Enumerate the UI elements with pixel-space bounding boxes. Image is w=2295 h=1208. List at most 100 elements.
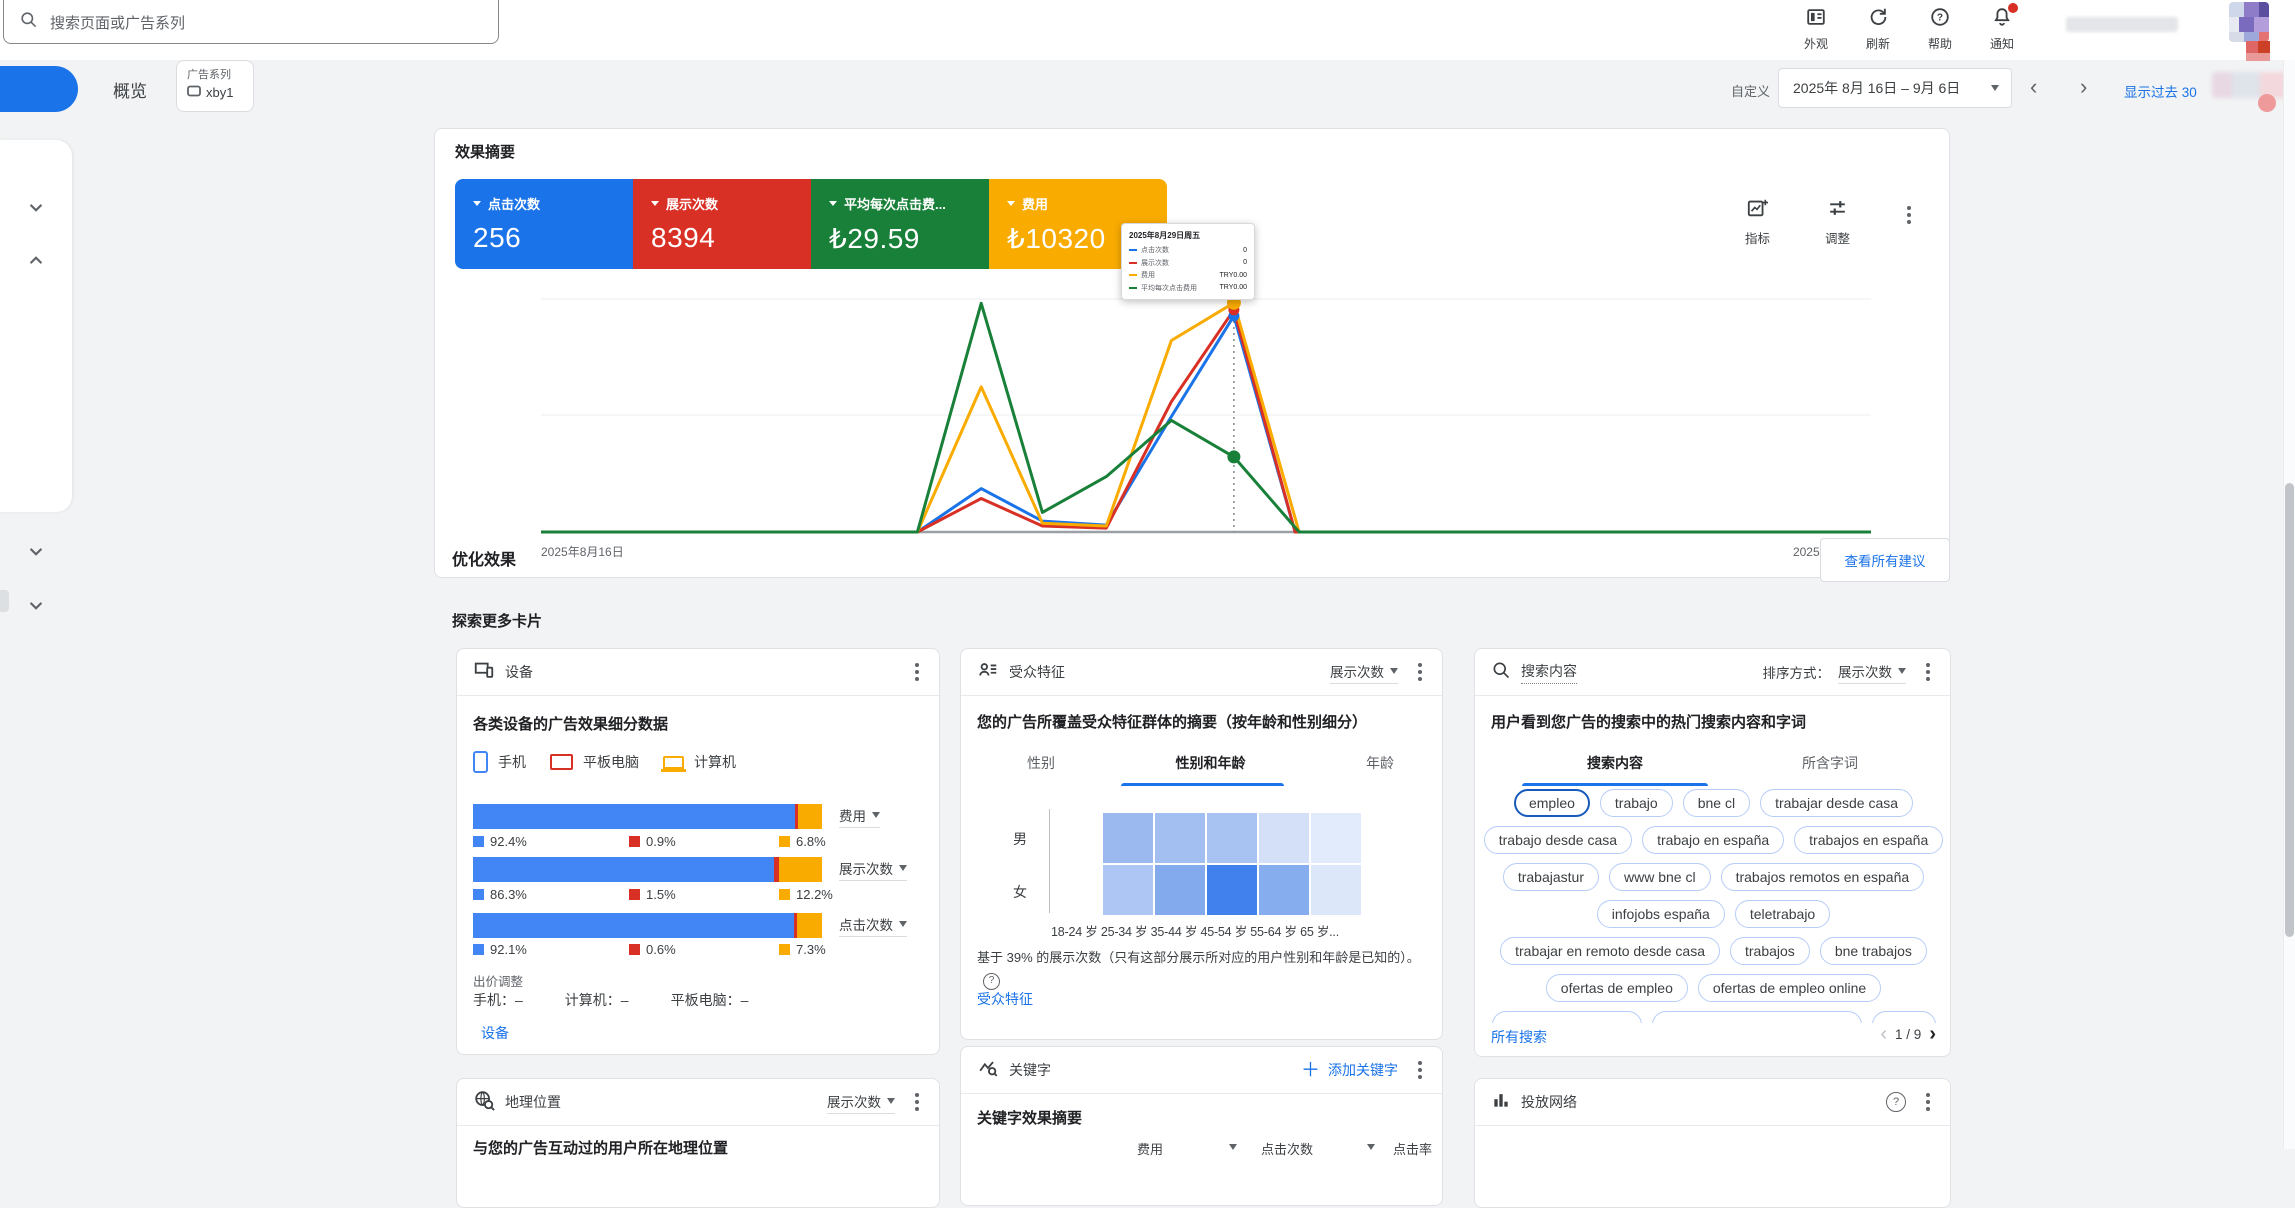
avatar[interactable] (2229, 2, 2269, 42)
chevron-down-icon[interactable] (1229, 1144, 1237, 1150)
more-options-icon[interactable] (1926, 670, 1930, 674)
search-input[interactable]: 搜索页面或广告系列 (3, 0, 499, 44)
appearance-button[interactable]: 外观 (1796, 6, 1836, 52)
series-dash-icon (1129, 249, 1137, 251)
action-label: 外观 (1804, 35, 1828, 52)
adjust-button[interactable]: 调整 (1825, 197, 1850, 247)
more-options-icon[interactable] (1418, 1068, 1422, 1072)
date-range-picker[interactable]: 2025年 8月 16日 – 9月 6日 (1778, 68, 2012, 108)
metric-card-1[interactable]: 点击次数256 (455, 179, 633, 269)
rail-collapse-chevron-up-icon[interactable] (23, 248, 49, 274)
tab-1[interactable]: 性别 (1027, 753, 1055, 773)
search-term-chip[interactable]: trabajo (1600, 789, 1673, 817)
chevron-down-icon[interactable] (1367, 1144, 1375, 1150)
active-nav-pill[interactable] (0, 66, 78, 112)
search-terms-sort-select[interactable]: 展示次数 (1838, 661, 1906, 684)
select-value: 费用 (839, 805, 866, 825)
campaign-selector-chip[interactable]: 广告系列 xby1 (176, 60, 254, 112)
help-button[interactable]: ?帮助 (1920, 6, 1960, 52)
more-options-icon[interactable] (915, 1100, 919, 1104)
refresh-button[interactable]: 刷新 (1858, 6, 1898, 52)
device-percent: 0.6% (629, 942, 676, 957)
help-icon[interactable]: ? (983, 973, 1000, 990)
tab-3[interactable]: 年龄 (1366, 753, 1394, 773)
search-term-chip[interactable]: teletrabajo (1735, 900, 1830, 928)
show-last-30-link[interactable]: 显示过去 30 (2124, 81, 2197, 101)
tab-1[interactable]: 搜索内容 (1587, 753, 1643, 773)
campaign-icon (187, 85, 201, 100)
keyword-icon (977, 1057, 999, 1084)
devices-card: 设备 各类设备的广告效果细分数据 手机 平板电脑 计算机 费用92.4%0.9%… (456, 648, 940, 1055)
legend-swatch-icon (779, 836, 790, 847)
metric-value: 256 (455, 213, 633, 254)
heatmap-cell (1259, 813, 1309, 863)
device-metric-select[interactable]: 费用 (839, 805, 880, 828)
tab-2[interactable]: 所含字词 (1802, 753, 1858, 773)
device-percent: 92.4% (473, 834, 527, 849)
chevron-down-icon (899, 921, 907, 927)
all-searches-link[interactable]: 所有搜索 (1491, 1027, 1547, 1047)
card-title: 地理位置 (505, 1092, 561, 1112)
search-terms-tabs: 搜索内容 所含字词 (1475, 753, 1951, 773)
more-options-icon[interactable] (1907, 213, 1911, 217)
performance-line-chart[interactable] (541, 281, 1871, 551)
page-next-icon[interactable]: › (1929, 1023, 1936, 1046)
search-term-chip[interactable]: ofertas de empleo (1546, 974, 1688, 1002)
search-term-chip-clipped[interactable] (1492, 1011, 1642, 1023)
more-options-icon[interactable] (1926, 1100, 1930, 1104)
more-options-icon[interactable] (1418, 670, 1422, 674)
desktop-segment (797, 913, 822, 938)
search-term-chip[interactable]: empleo (1514, 789, 1590, 817)
tab-2[interactable]: 性别和年龄 (1176, 753, 1246, 773)
scrollbar-thumb[interactable] (2285, 483, 2294, 937)
device-metric-select[interactable]: 点击次数 (839, 914, 907, 937)
metric-card-3[interactable]: 平均每次点击费...₺29.59 (811, 179, 989, 269)
previous-range-button[interactable]: ‹ (2030, 76, 2037, 98)
demographics-link[interactable]: 受众特征 (977, 989, 1033, 1009)
help-icon[interactable]: ? (1886, 1092, 1906, 1112)
chip-row: infojobs españa teletrabajo (1475, 900, 1951, 930)
add-keyword-button[interactable]: ＋添加关键字 (1301, 1060, 1398, 1080)
device-metric-select[interactable]: 展示次数 (839, 858, 907, 881)
search-term-chip[interactable]: www bne cl (1609, 863, 1711, 891)
devices-link[interactable]: 设备 (481, 1023, 509, 1043)
search-term-chip-clipped[interactable] (1872, 1011, 1936, 1023)
x-axis-start-label: 2025年8月16日 (541, 543, 624, 560)
search-term-chip[interactable]: bne trabajos (1820, 937, 1927, 965)
tooltip-row: 点击次数0 (1129, 245, 1247, 255)
search-term-chip[interactable]: ofertas de empleo online (1698, 974, 1881, 1002)
search-term-chip[interactable]: trabajo desde casa (1484, 826, 1632, 854)
search-term-chip-clipped[interactable] (1652, 1011, 1862, 1023)
rail-more-chevron-down-icon[interactable] (23, 538, 49, 564)
next-range-button[interactable]: › (2080, 76, 2087, 98)
metrics-button[interactable]: 指标 (1745, 197, 1770, 247)
metric-card-2[interactable]: 展示次数8394 (633, 179, 811, 269)
heatmap-age-labels: 18-24 岁 25-34 岁 35-44 岁 45-54 岁 55-64 岁 … (1051, 921, 1339, 940)
device-share-bar (473, 913, 822, 938)
search-term-chip[interactable]: infojobs españa (1597, 900, 1725, 928)
search-term-chip[interactable]: trabajo en españa (1642, 826, 1784, 854)
notifications-button[interactable]: 通知 (1982, 6, 2022, 52)
locations-metric-select[interactable]: 展示次数 (827, 1091, 895, 1114)
chip-row-partial (1475, 1011, 1951, 1023)
notification-pixels-redacted (2246, 40, 2270, 62)
refresh-icon (1867, 6, 1889, 33)
more-options-icon[interactable] (915, 670, 919, 674)
demographics-metric-select[interactable]: 展示次数 (1330, 661, 1398, 684)
search-term-chip[interactable]: trabajos remotos en españa (1721, 863, 1925, 891)
rail-expand-chevron-down-icon[interactable] (23, 194, 49, 220)
campaign-name: xby1 (206, 85, 233, 100)
page-prev-icon[interactable]: ‹ (1880, 1023, 1887, 1046)
view-all-recommendations-button[interactable]: 查看所有建议 (1820, 538, 1950, 582)
rail-more2-chevron-down-icon[interactable] (23, 592, 49, 618)
search-term-chip[interactable]: trabajos en españa (1794, 826, 1943, 854)
line-chart-svg (541, 281, 1871, 551)
plus-icon: ＋ (1301, 1061, 1320, 1080)
search-term-chip[interactable]: bne cl (1683, 789, 1750, 817)
search-term-chip[interactable]: trabajar en remoto desde casa (1500, 937, 1720, 965)
search-term-chip[interactable]: trabajastur (1503, 863, 1599, 891)
demographics-heatmap[interactable]: 18-24 岁 25-34 岁 35-44 岁 45-54 岁 55-64 岁 … (977, 807, 1428, 957)
legend-swatch-icon (473, 889, 484, 900)
search-term-chip[interactable]: trabajar desde casa (1760, 789, 1913, 817)
search-term-chip[interactable]: trabajos (1730, 937, 1810, 965)
